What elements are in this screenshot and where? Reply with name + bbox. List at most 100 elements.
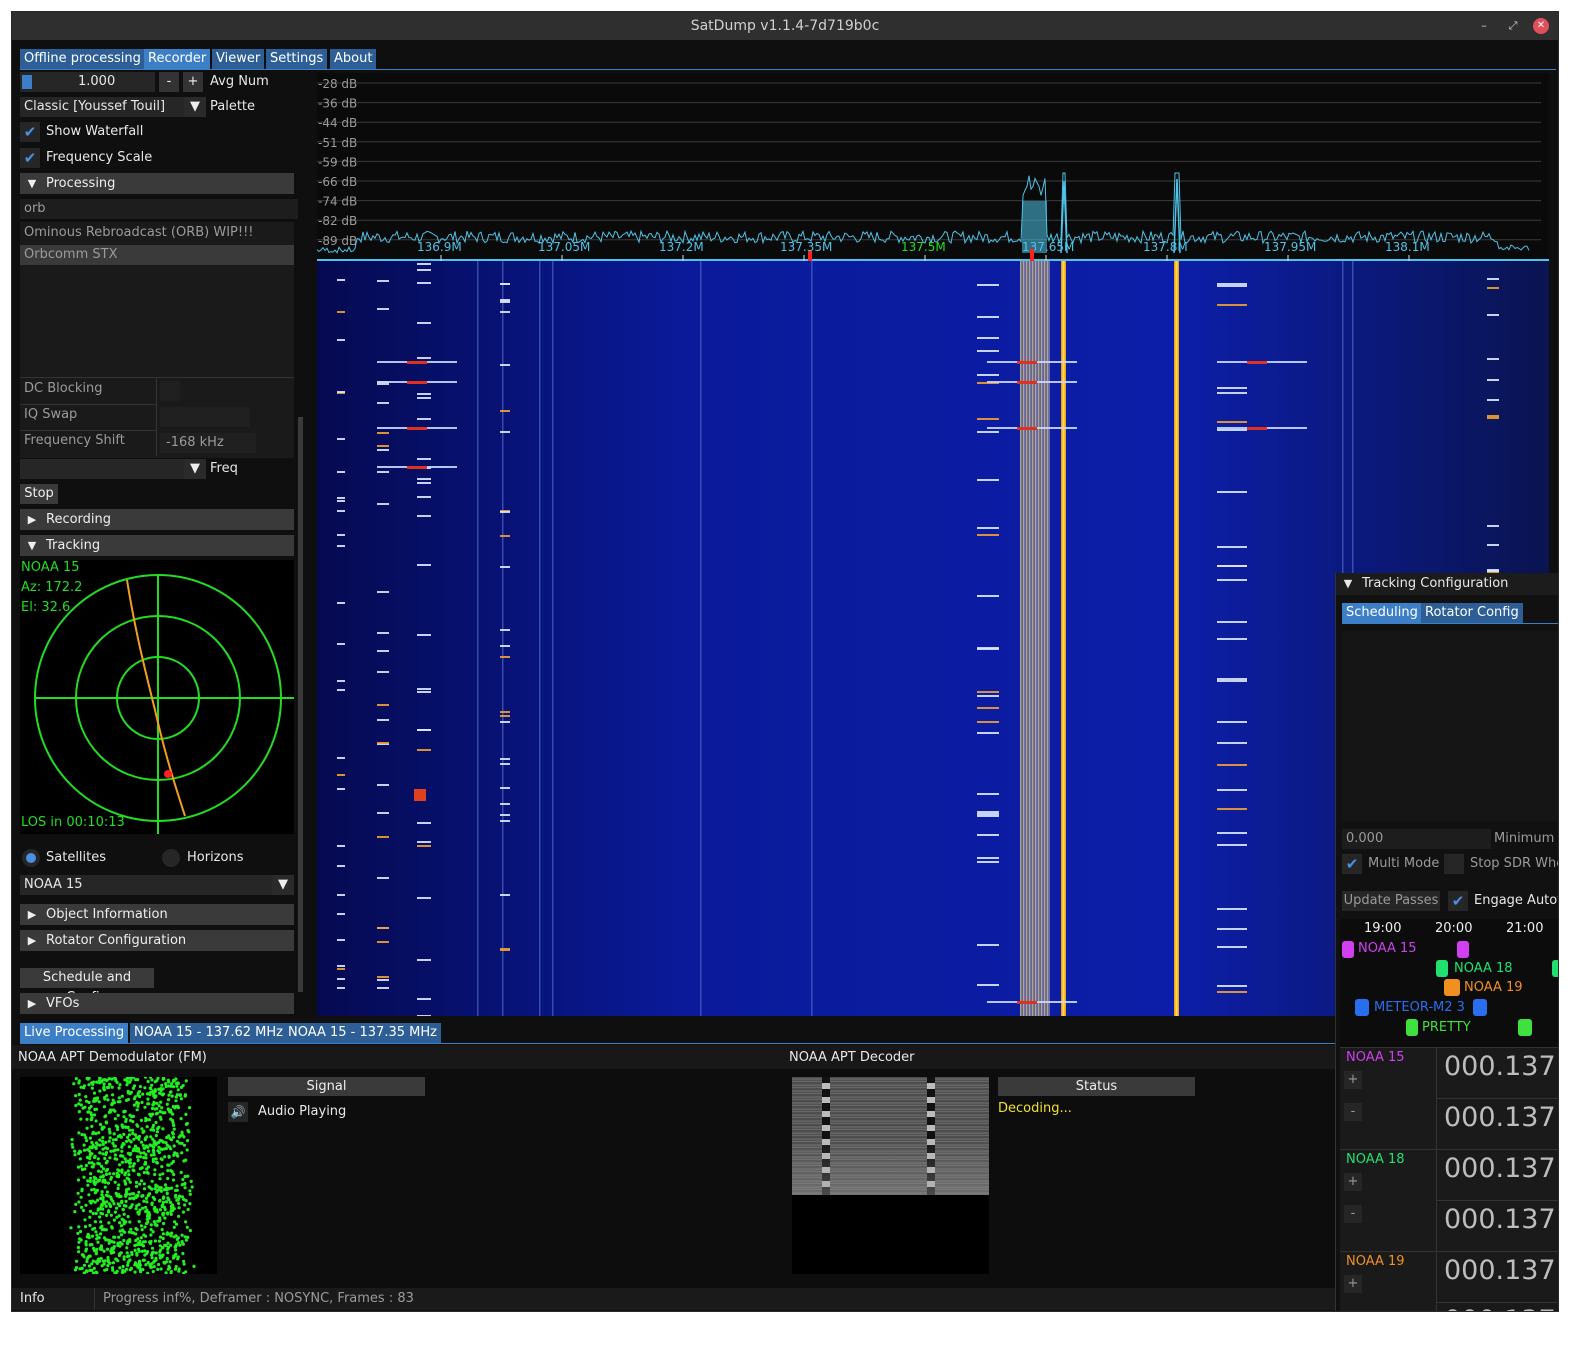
- expanded-triangle-icon: ▼: [27, 539, 37, 552]
- multi-mode-checkbox[interactable]: ✔: [1342, 854, 1362, 874]
- vfo-noaa18-plus[interactable]: +: [1344, 1173, 1362, 1191]
- burst-hot: [407, 466, 427, 469]
- tracking-header[interactable]: ▼ Tracking: [20, 535, 294, 556]
- burst-dash: [1217, 546, 1247, 548]
- minimum-elevation-input[interactable]: 0.000: [1342, 829, 1491, 849]
- vfo-noaa15-minus[interactable]: -: [1344, 1103, 1362, 1121]
- vfo-noaa19-freq-1[interactable]: 000.137.: [1444, 1255, 1558, 1286]
- schedule-config-button[interactable]: Schedule and Config: [20, 968, 154, 1005]
- constellation-point: [108, 1156, 112, 1160]
- noaa18-pass-start[interactable]: [1436, 960, 1448, 977]
- burst-dash: [1217, 985, 1247, 987]
- pipeline-item-orb[interactable]: Ominous Rebroadcast (ORB) WIP!!!: [24, 225, 254, 240]
- burst-dash: [500, 711, 510, 713]
- vfo-noaa15-plus[interactable]: +: [1344, 1071, 1362, 1089]
- tab-settings[interactable]: Settings: [266, 49, 328, 69]
- maximize-icon[interactable]: ⤢: [1505, 18, 1521, 34]
- palette-dropdown-icon[interactable]: ▼: [184, 97, 206, 117]
- update-passes-button[interactable]: Update Passes: [1342, 891, 1440, 911]
- constellation-point: [142, 1187, 147, 1191]
- pipeline-item-orbcomm[interactable]: Orbcomm STX: [20, 245, 294, 265]
- vfo-noaa18-freq-2[interactable]: 000.137.: [1444, 1204, 1558, 1235]
- show-waterfall-checkbox[interactable]: ✔: [20, 122, 40, 142]
- tab-viewer[interactable]: Viewer: [212, 49, 265, 69]
- constellation-point: [109, 1213, 113, 1217]
- constellation-point: [144, 1116, 148, 1120]
- tab-about[interactable]: About: [330, 49, 377, 69]
- noaa18-pass-end[interactable]: [1552, 960, 1558, 977]
- tab-noaa15-13762[interactable]: NOAA 15 - 137.62 MHz: [130, 1023, 287, 1043]
- tab-live-processing[interactable]: Live Processing: [20, 1023, 129, 1043]
- noaa15-pass-end[interactable]: [1457, 941, 1469, 958]
- tab-rotator-config[interactable]: Rotator Config: [1421, 603, 1523, 623]
- engage-autotrack-checkbox[interactable]: ✔: [1448, 891, 1468, 911]
- constellation-point: [106, 1264, 110, 1268]
- pretty-pass-start[interactable]: [1406, 1019, 1418, 1036]
- freq-dropdown-icon[interactable]: ▼: [184, 459, 206, 479]
- avg-num-slider[interactable]: 1.000: [20, 72, 155, 92]
- fft-spectrum[interactable]: -28 dB -36 dB -44 dB -51 dB -59 dB -66 dB -74 …: [316, 73, 1549, 261]
- vfo-noaa18-minus[interactable]: -: [1344, 1205, 1362, 1223]
- avg-minus-button[interactable]: -: [159, 72, 179, 92]
- frequency-scale-checkbox[interactable]: ✔: [20, 148, 40, 168]
- avg-plus-button[interactable]: +: [183, 72, 203, 92]
- frequency-shift-input[interactable]: -168 kHz: [160, 433, 256, 453]
- constellation-point: [140, 1100, 144, 1104]
- tracking-config-titlebar[interactable]: ▼ Tracking Configuration: [1336, 573, 1558, 595]
- satellite-select[interactable]: NOAA 15: [20, 875, 276, 895]
- constellation-point: [73, 1149, 77, 1153]
- rotator-configuration-header[interactable]: ▶ Rotator Configuration: [20, 930, 294, 951]
- constellation-point: [115, 1080, 119, 1084]
- frequency-select[interactable]: [20, 459, 184, 479]
- minimize-icon[interactable]: –: [1476, 18, 1492, 34]
- horizons-radio[interactable]: [162, 849, 180, 867]
- tab-recorder[interactable]: Recorder: [144, 49, 211, 69]
- satellites-radio[interactable]: [22, 849, 40, 867]
- constellation-point: [146, 1220, 150, 1224]
- palette-select[interactable]: Classic [Youssef Touil]: [20, 97, 188, 117]
- stop-button[interactable]: Stop: [20, 484, 58, 504]
- satellite-dropdown-icon[interactable]: ▼: [272, 875, 294, 895]
- stop-sdr-checkbox[interactable]: [1444, 854, 1464, 874]
- pretty-pass-end[interactable]: [1518, 1019, 1532, 1036]
- burst-dash: [977, 811, 999, 813]
- vfos-header[interactable]: ▶ VFOs: [20, 993, 294, 1014]
- vfo-noaa15-freq-1[interactable]: 000.137.: [1444, 1051, 1558, 1082]
- slider-grab[interactable]: [22, 75, 32, 89]
- constellation-point: [84, 1243, 88, 1247]
- tab-scheduling[interactable]: Scheduling: [1342, 603, 1422, 623]
- constellation-point: [167, 1163, 171, 1167]
- dc-blocking-checkbox[interactable]: [160, 381, 180, 401]
- noaa15-pass-start[interactable]: [1342, 941, 1354, 958]
- iq-swap-checkbox[interactable]: [160, 407, 250, 427]
- tab-offline-processing[interactable]: Offline processing: [20, 49, 145, 69]
- constellation-point: [95, 1080, 99, 1084]
- audio-playing-label: Audio Playing: [258, 1104, 347, 1119]
- vfo-noaa15-freq-2[interactable]: 000.137.: [1444, 1102, 1558, 1133]
- vfo-noaa19-plus[interactable]: +: [1344, 1275, 1362, 1293]
- meteor-pass-label: METEOR-M2 3: [1374, 1000, 1465, 1015]
- meteor-pass-end[interactable]: [1473, 999, 1487, 1016]
- constellation-point: [160, 1083, 164, 1087]
- tab-noaa15-13735[interactable]: NOAA 15 - 137.35 MHz: [284, 1023, 441, 1043]
- constellation-point: [135, 1146, 139, 1150]
- noaa19-pass-start[interactable]: [1444, 979, 1460, 996]
- vfo-noaa19-freq-2[interactable]: 000.137.: [1444, 1305, 1558, 1311]
- recording-header[interactable]: ▶ Recording: [20, 509, 294, 530]
- speaker-icon[interactable]: 🔊: [228, 1102, 248, 1122]
- burst-dash: [377, 812, 389, 814]
- constellation-point: [165, 1191, 169, 1196]
- left-scrollbar[interactable]: [298, 417, 303, 992]
- constellation-point: [85, 1117, 89, 1121]
- constellation-point: [121, 1264, 125, 1269]
- vfo-noaa18-freq-1[interactable]: 000.137.: [1444, 1153, 1558, 1184]
- pipeline-search-input[interactable]: orb: [20, 199, 298, 219]
- constellation-point: [158, 1253, 162, 1257]
- meteor-pass-start[interactable]: [1355, 999, 1369, 1016]
- constellation-point: [180, 1240, 184, 1244]
- processing-header[interactable]: ▼ Processing: [20, 173, 294, 194]
- object-information-header[interactable]: ▶ Object Information: [20, 904, 294, 925]
- constellation-point: [126, 1091, 130, 1095]
- close-icon[interactable]: ✕: [1533, 18, 1549, 34]
- burst-dash: [417, 634, 431, 636]
